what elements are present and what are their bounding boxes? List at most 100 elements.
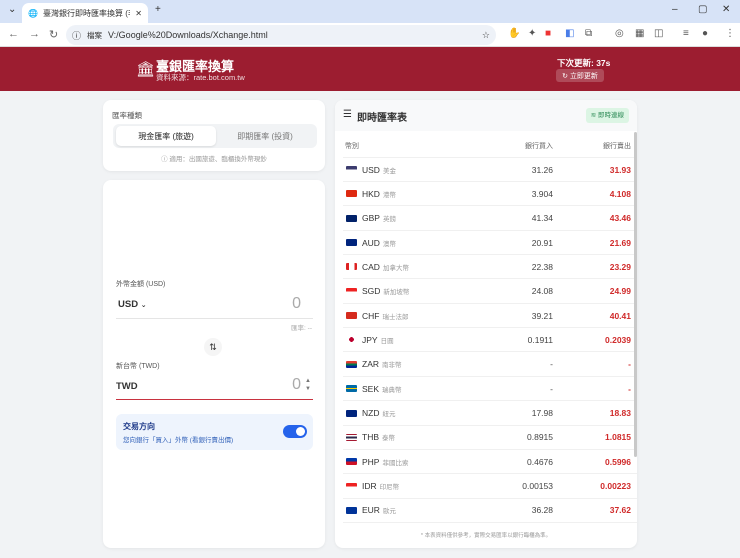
sell-rate: 4.108 [609,188,631,199]
extension-icon[interactable]: ✦ [528,28,536,39]
sell-rate: - [628,359,631,370]
data-source: 資料來源：rate.bot.com.tw [156,73,245,82]
address-bar[interactable]: ⓘ 檔案 V:/Google%20Downloads/Xchange.html … [66,25,496,45]
buy-rate: 0.8915 [527,432,553,443]
extension-icon[interactable]: ■ [545,28,551,39]
flag-icon [346,312,357,320]
currency-code: SGD [362,286,381,297]
chevron-down-icon: ⌄ [140,302,147,309]
qr-icon[interactable]: ▦ [635,28,644,39]
table-row: CHF 瑞士法郎 39.21 40.41 [343,304,637,329]
currency-code: SEK [362,383,380,394]
cash-rate-option[interactable]: 現金匯率 (旅遊) [116,126,216,146]
currency-name: 菲國比索 [382,459,409,467]
back-icon[interactable]: ← [8,28,19,40]
screenshot-icon[interactable]: ◎ [615,28,624,39]
maximize-icon[interactable]: ▢ [698,4,707,15]
avatar[interactable]: ● [702,28,708,39]
bookmark-star-icon[interactable]: ☆ [482,30,490,41]
flag-icon [346,214,357,222]
currency-name: 印尼幣 [379,484,400,492]
spot-rate-option[interactable]: 即期匯率 (投資) [215,126,315,146]
rate-type-card: 匯率種類 現金匯率 (旅遊) 即期匯率 (投資) ⓘ 適用：出國旅遊、臨櫃換外幣… [103,100,325,171]
url-scheme-label: 檔案 [87,30,103,40]
sell-rate: 37.62 [609,505,631,516]
close-window-icon[interactable]: ✕ [722,4,730,15]
close-tab-icon[interactable]: ✕ [135,9,142,18]
refresh-button[interactable]: ↻ 立即更新 [556,69,604,82]
reader-icon[interactable]: ◫ [654,28,663,39]
new-tab-icon[interactable]: + [155,4,161,15]
twd-amount-field: TWD 0 ▲ ▼ [116,374,313,400]
extension-icon[interactable]: ✋ [508,28,520,39]
table-row: EUR 歐元 36.28 37.62 [343,499,637,523]
currency-name: 加拿大幣 [382,264,409,272]
number-spinner[interactable]: ▲ ▼ [305,377,311,393]
table-row: CAD 加拿大幣 22.38 23.29 [343,255,637,280]
direction-title: 交易方向 [123,422,155,431]
flag-icon [346,506,357,514]
sell-rate: 0.00223 [600,481,631,492]
currency-code: AUD [362,237,380,248]
menu-icon[interactable]: ⋮ [725,28,735,39]
scrollbar[interactable] [634,132,637,457]
status-text: 即時連線 [598,112,624,119]
app-header: 🏛 臺銀匯率換算 資料來源：rate.bot.com.tw 下次更新: 37s … [0,47,740,91]
flag-icon [346,360,357,368]
table-row: USD 美金 31.26 31.93 [343,158,637,182]
currency-name: 新加坡幣 [383,289,410,297]
reload-icon[interactable]: ↻ [49,28,58,41]
foreign-amount-field: USD ⌄ 0 [116,293,313,319]
currency-code: USD [362,164,380,175]
foreign-currency-select[interactable]: USD ⌄ [118,299,147,310]
currency-code: CAD [362,261,380,272]
table-header-row: 幣別 銀行買入 銀行賣出 [343,134,637,158]
url-text[interactable]: V:/Google%20Downloads/Xchange.html [108,30,268,40]
next-update-countdown: 下次更新: 37s [557,58,611,68]
direction-toggle[interactable] [283,425,307,438]
buy-rate: 41.34 [531,213,553,224]
extensions-puzzle-icon[interactable]: ⧉ [585,28,592,39]
sell-rate: - [628,383,631,394]
minimize-icon[interactable]: – [672,4,678,15]
buy-rate: 22.38 [531,261,553,272]
flag-icon [346,166,357,173]
tab-search-icon[interactable]: ⌄ [8,4,16,15]
address-bar-row: ← → ↻ ⓘ 檔案 V:/Google%20Downloads/Xchange… [0,23,740,47]
currency-name: 港幣 [382,191,396,199]
col-sell: 銀行賣出 [603,142,631,150]
currency-code: CHF [362,310,380,321]
media-icon[interactable]: ≡ [683,28,689,39]
info-icon: ⓘ [72,30,82,41]
sell-rate: 0.5996 [605,456,631,467]
currency-name: 紐元 [382,411,396,418]
flag-icon [346,385,357,393]
currency-name: 歐元 [382,508,396,516]
forward-icon[interactable]: → [29,28,40,40]
currency-code: THB [362,432,379,443]
translate-icon[interactable]: ◧ [565,28,574,39]
converter-card: 外幣金額 (USD) USD ⌄ 0 匯率: -- ⇅ 新台幣 (TWD) TW… [103,180,325,548]
refresh-label: 立即更新 [569,72,598,80]
col-currency: 幣別 [345,142,359,150]
currency-name: 英鎊 [382,216,396,224]
flag-icon [346,263,357,271]
browser-tab[interactable]: 🌐 臺灣銀行即時匯率換算 (非官方) ✕ [22,3,148,23]
table-row: AUD 澳幣 20.91 21.69 [343,231,637,256]
currency-code: HKD [362,188,380,199]
table-row: HKD 港幣 3.904 4.108 [343,182,637,207]
twd-amount-input[interactable]: 0 [292,376,301,394]
col-buy: 銀行買入 [525,142,553,150]
currency-name: 瑞典幣 [382,386,402,394]
currency-name: 瑞士法郎 [382,313,409,321]
buy-rate: 31.26 [531,164,553,175]
buy-rate: 0.00153 [522,481,553,492]
foreign-amount-input[interactable]: 0 [292,295,301,313]
table-row: THB 泰幣 0.8915 1.0815 [343,426,637,450]
table-row: SGD 新加坡幣 24.08 24.99 [343,280,637,304]
refresh-icon: ↻ [562,72,568,80]
swap-button[interactable]: ⇅ [204,338,222,356]
buy-rate: 20.91 [531,237,553,248]
currency-name: 美金 [382,167,396,175]
currency-code: PHP [362,456,380,467]
